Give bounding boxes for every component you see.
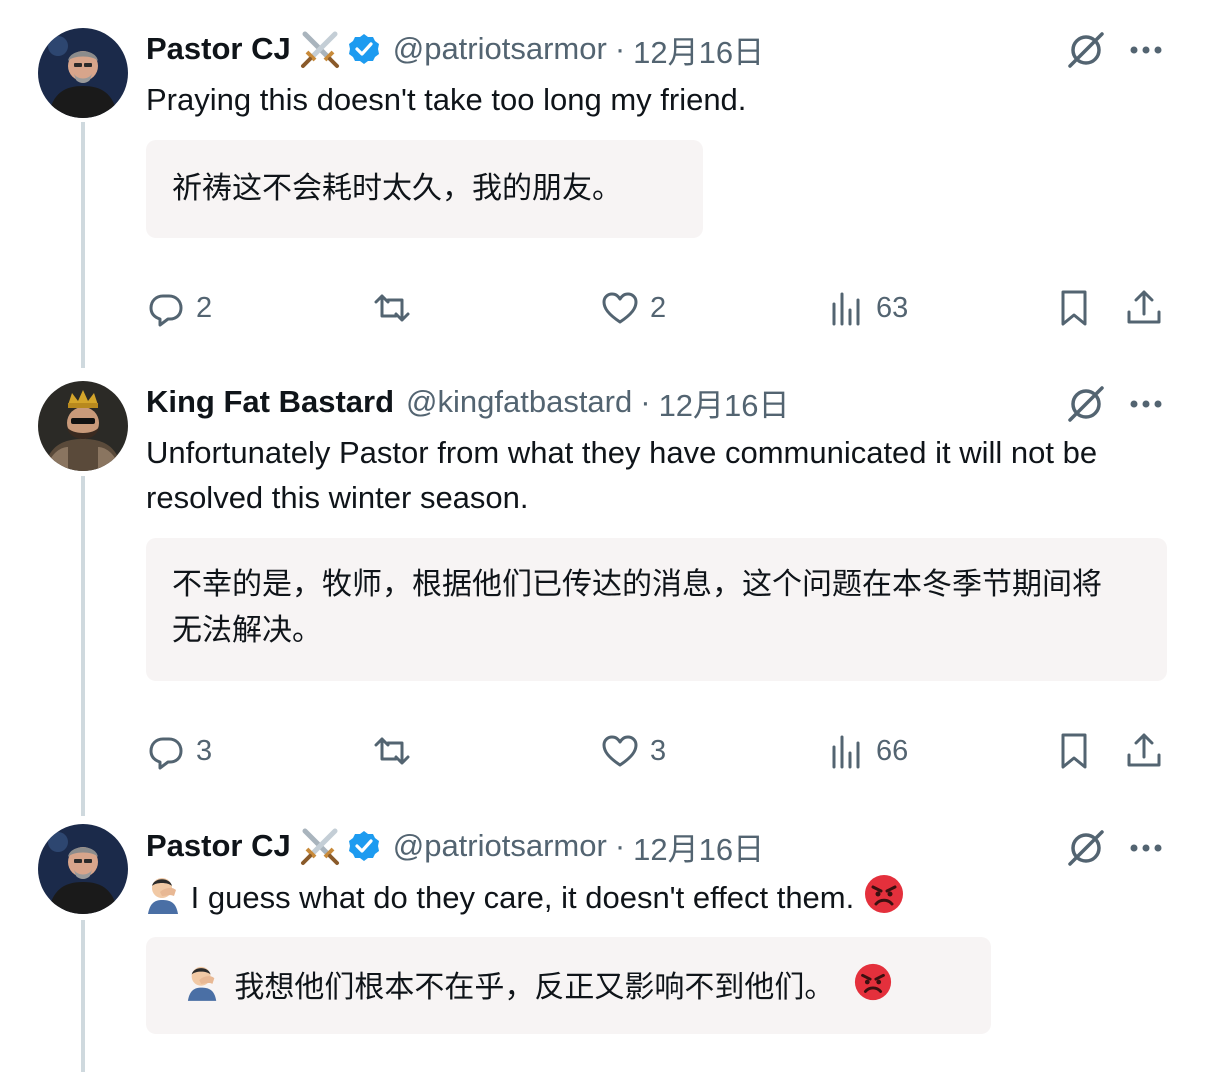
author-handle[interactable]: @kingfatbastard — [406, 384, 632, 420]
no-response-icon[interactable] — [1064, 28, 1108, 72]
tweet-text-content: I guess what do they care, it doesn't ef… — [190, 880, 855, 916]
more-icon[interactable] — [1126, 30, 1166, 70]
thread-line — [81, 920, 85, 1072]
tweet-header: Pastor CJ @patriotsarmor · 12月16日 — [146, 27, 764, 71]
retweet-icon — [374, 737, 410, 765]
tweet-date[interactable]: 12月16日 — [659, 380, 790, 425]
tweet-date[interactable]: 12月16日 — [633, 824, 764, 869]
view-count: 66 — [876, 734, 909, 767]
translation-box: 不幸的是，牧师，根据他们已传达的消息，这个问题在本冬季节期间将无法解决。 — [146, 538, 1167, 681]
view-count: 63 — [876, 291, 909, 324]
avatar-pastor-cj[interactable] — [38, 28, 128, 118]
crossed-swords-emoji — [299, 28, 341, 70]
verified-badge-icon — [347, 829, 381, 863]
angry-face-emoji — [863, 873, 905, 927]
tweet-header: King Fat Bastard @kingfatbastard · 12月16… — [146, 380, 790, 424]
views-icon — [832, 292, 860, 326]
crossed-swords-emoji — [299, 825, 341, 867]
reply-count: 2 — [196, 291, 213, 324]
like-count: 3 — [650, 734, 667, 767]
verified-badge-icon — [347, 32, 381, 66]
tweet-actions: 3 3 66 — [146, 723, 1166, 779]
facepalm-emoji — [146, 874, 182, 926]
tweet-text: Praying this doesn't take too long my fr… — [146, 82, 747, 117]
reply-button[interactable]: 3 — [146, 723, 212, 779]
more-icon[interactable] — [1126, 828, 1166, 868]
separator-dot: · — [640, 384, 651, 419]
author-name[interactable]: Pastor CJ — [146, 828, 291, 864]
retweet-button[interactable] — [372, 280, 412, 336]
like-icon — [602, 292, 638, 324]
like-icon — [602, 735, 638, 767]
tweet-header: Pastor CJ @patriotsarmor · 12月16日 — [146, 824, 764, 868]
tweet-actions: 2 2 63 — [146, 280, 1166, 336]
share-icon — [1127, 733, 1161, 767]
share-icon — [1127, 290, 1161, 324]
no-response-icon[interactable] — [1064, 826, 1108, 870]
author-name[interactable]: King Fat Bastard — [146, 384, 394, 420]
translation-text: 不幸的是，牧师，根据他们已传达的消息，这个问题在本冬季节期间将无法解决。 — [172, 568, 1102, 647]
author-handle[interactable]: @patriotsarmor — [393, 828, 607, 864]
tweet-date[interactable]: 12月16日 — [633, 27, 764, 72]
avatar-pastor-cj[interactable] — [38, 824, 128, 914]
retweet-icon — [374, 294, 410, 322]
bookmark-icon — [1061, 290, 1087, 326]
translation-box: 祈祷这不会耗时太久，我的朋友。 — [146, 140, 703, 238]
author-name[interactable]: Pastor CJ — [146, 31, 291, 67]
bookmark-button[interactable] — [1054, 280, 1094, 336]
bookmark-icon — [1061, 733, 1087, 769]
translation-box: 我想他们根本不在乎，反正又影响不到他们。 — [146, 937, 991, 1034]
author-handle[interactable]: @patriotsarmor — [393, 31, 607, 67]
no-response-icon[interactable] — [1064, 382, 1108, 426]
thread-line — [81, 476, 85, 816]
reply-icon — [149, 294, 183, 327]
facepalm-emoji — [186, 963, 220, 1015]
thread-line — [81, 122, 85, 368]
views-icon — [832, 735, 860, 769]
reply-button[interactable]: 2 — [146, 280, 212, 336]
like-button[interactable]: 3 — [600, 723, 666, 779]
more-icon[interactable] — [1126, 384, 1166, 424]
views-button[interactable]: 63 — [826, 280, 908, 336]
share-button[interactable] — [1124, 723, 1164, 779]
translation-text: 祈祷这不会耗时太久，我的朋友。 — [172, 172, 622, 205]
like-count: 2 — [650, 291, 667, 324]
views-button[interactable]: 66 — [826, 723, 908, 779]
separator-dot: · — [614, 31, 626, 66]
avatar-king-fat-bastard[interactable] — [38, 381, 128, 471]
like-button[interactable]: 2 — [600, 280, 666, 336]
share-button[interactable] — [1124, 280, 1164, 336]
tweet-text: Unfortunately Pastor from what they have… — [146, 435, 1098, 515]
reply-count: 3 — [196, 734, 213, 767]
reply-icon — [149, 737, 183, 770]
angry-face-emoji — [853, 962, 893, 1016]
separator-dot: · — [614, 828, 626, 863]
tweet-text: I guess what do they care, it doesn't ef… — [146, 873, 1166, 927]
retweet-button[interactable] — [372, 723, 412, 779]
bookmark-button[interactable] — [1054, 723, 1094, 779]
translation-text: 我想他们根本不在乎，反正又影响不到他们。 — [234, 970, 835, 1004]
